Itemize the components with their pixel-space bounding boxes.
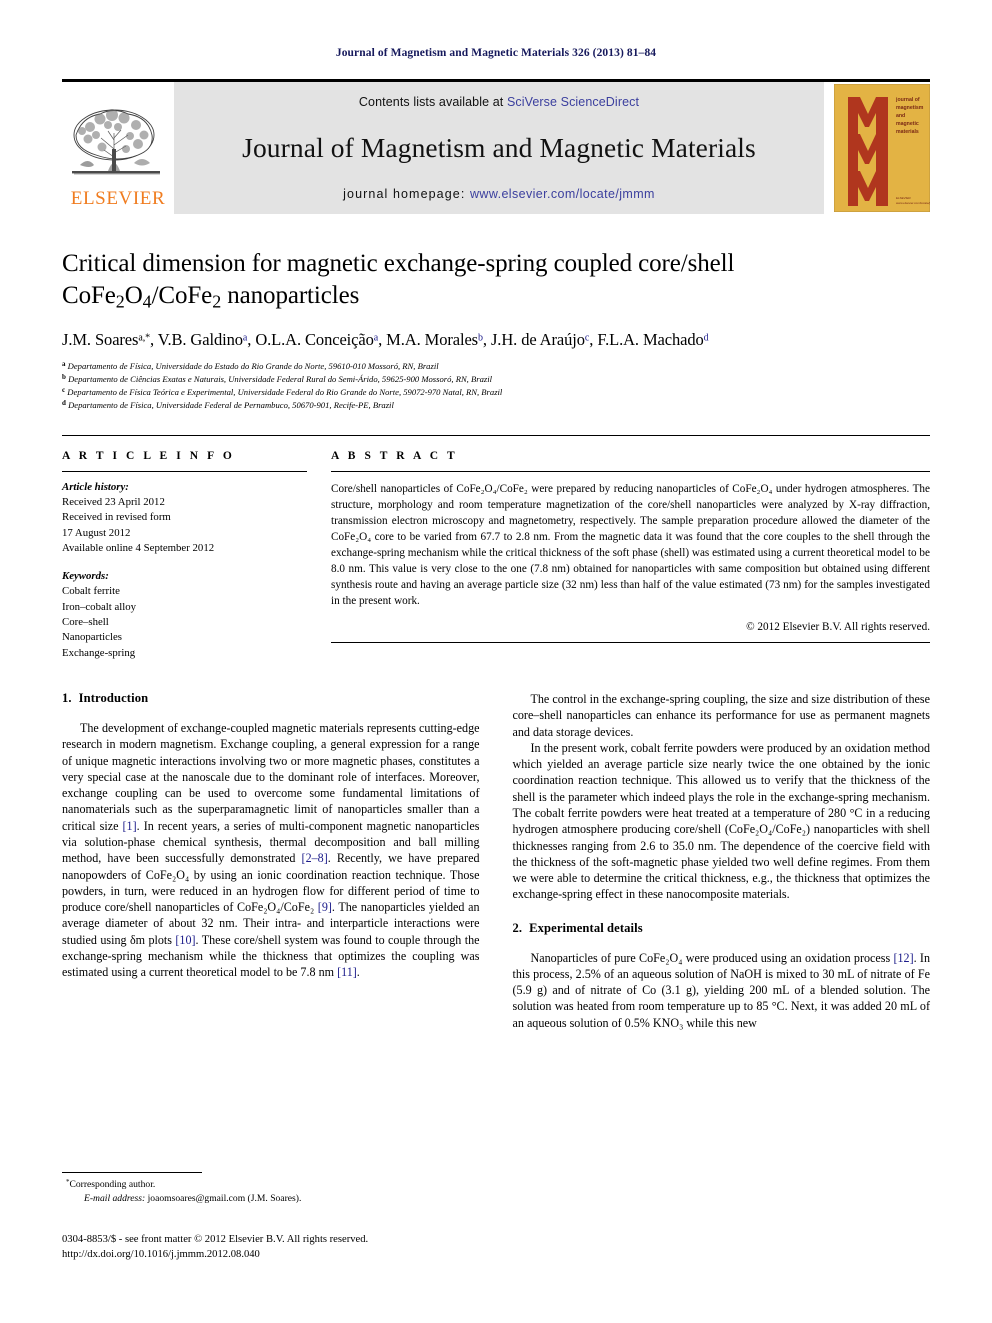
sciencedirect-link[interactable]: SciVerse ScienceDirect xyxy=(507,95,639,109)
footnote-rule xyxy=(62,1172,202,1173)
body-column-left: 1. Introduction The development of exchan… xyxy=(62,691,480,1031)
title-block: Critical dimension for magnetic exchange… xyxy=(62,248,930,413)
paragraph: The control in the exchange-spring coupl… xyxy=(512,692,931,739)
elsevier-tree-icon xyxy=(68,97,168,189)
svg-text:and: and xyxy=(896,113,905,119)
affiliation-item: b Departamento de Ciências Exatas e Natu… xyxy=(62,373,492,385)
citation-ref[interactable]: [9] xyxy=(318,900,332,914)
email-address[interactable]: joaomsoares@gmail.com (J.M. Soares). xyxy=(148,1193,302,1204)
abstract-text: Core/shell nanoparticles of CoFe₂O₄/CoFe… xyxy=(331,482,930,608)
author-list: J.M. Soaresa,*, V.B. Galdinoa, O.L.A. Co… xyxy=(62,330,709,349)
email-label: E-mail address: xyxy=(84,1192,146,1204)
abstract-bottom-rule xyxy=(331,641,930,643)
svg-text:materials: materials xyxy=(896,129,919,135)
author-entry: J.M. Soaresa,* xyxy=(62,330,150,349)
paper-title-line2: CoFe2O4/CoFe2 nanoparticles xyxy=(62,282,360,312)
section-title: Experimental details xyxy=(529,920,643,935)
keywords-block: Keywords: Cobalt ferrite Iron–cobalt all… xyxy=(62,569,307,661)
article-history-item: Received 23 April 2012 xyxy=(62,495,165,508)
keyword-item: Iron–cobalt alloy xyxy=(62,600,137,613)
keyword-item: Cobalt ferrite xyxy=(62,585,120,598)
section-heading-introduction: 1. Introduction xyxy=(62,691,480,706)
author-entry: M.A. Moralesb xyxy=(386,330,483,349)
abstract-heading: A B S T R A C T xyxy=(331,449,458,462)
article-history-item: Received in revised form xyxy=(62,511,171,524)
elsevier-wordmark: ELSEVIER xyxy=(70,188,166,209)
paper-title-line1: Critical dimension for magnetic exchange… xyxy=(62,250,735,277)
svg-text:magnetism: magnetism xyxy=(896,105,924,111)
email-note: E-mail address: joaomsoares@gmail.com (J… xyxy=(62,1192,492,1206)
author-entry: J.H. de Araújoc xyxy=(490,330,590,349)
section-number: 1. xyxy=(62,691,72,706)
svg-text:magnetic: magnetic xyxy=(896,121,919,127)
citation-ref[interactable]: [11] xyxy=(337,965,357,979)
keywords-label: Keywords: xyxy=(62,570,109,583)
article-info-abstract-block: A R T I C L E I N F O Article history: R… xyxy=(62,434,930,662)
section-title: Introduction xyxy=(78,691,149,706)
citation-ref[interactable]: [1] xyxy=(123,819,137,833)
affiliation-item: a Departamento de Física, Universidade d… xyxy=(62,360,439,372)
author-entry: F.L.A. Machadod xyxy=(597,330,709,349)
imprint-block: 0304-8853/$ - see front matter © 2012 El… xyxy=(62,1232,368,1263)
article-history-block: Article history: Received 23 April 2012 … xyxy=(62,472,307,662)
homepage-label: journal homepage: xyxy=(343,187,470,201)
article-info-column: A R T I C L E I N F O Article history: R… xyxy=(62,450,307,662)
author-entry: V.B. Galdinoa xyxy=(157,330,248,349)
article-history-item: 17 August 2012 xyxy=(62,526,131,539)
abstract-column: A B S T R A C T Core/shell nanoparticles… xyxy=(331,450,930,662)
paragraph: The development of exchange-coupled magn… xyxy=(62,721,480,980)
citation-ref[interactable]: [12] xyxy=(893,951,913,965)
affiliation-item: d Departamento de Física, Universidade F… xyxy=(62,399,394,411)
section-number: 2. xyxy=(512,920,523,935)
author-entry: O.L.A. Conceiçãoa xyxy=(255,330,379,349)
issn-line: 0304-8853/$ - see front matter © 2012 El… xyxy=(62,1234,369,1245)
keyword-item: Nanoparticles xyxy=(62,631,122,644)
contents-lists-prefix: Contents lists available at xyxy=(358,95,507,109)
body-column-right: The control in the exchange-spring coupl… xyxy=(513,691,931,1031)
svg-text:www.elsevier.com/locate/jmmm: www.elsevier.com/locate/jmmm xyxy=(896,201,930,205)
keyword-item: Exchange-spring xyxy=(62,646,136,659)
article-info-heading: A R T I C L E I N F O xyxy=(62,449,235,462)
journal-homepage-link[interactable]: www.elsevier.com/locate/jmmm xyxy=(470,187,655,201)
citation-ref[interactable]: [2–8] xyxy=(302,851,328,865)
journal-masthead: ELSEVIER Contents lists available at Sci… xyxy=(62,79,938,214)
section-heading-experimental: 2. Experimental details xyxy=(513,921,931,936)
body-columns: 1. Introduction The development of exchan… xyxy=(62,691,930,1031)
abstract-copyright: © 2012 Elsevier B.V. All rights reserved… xyxy=(746,620,930,633)
article-history-item: Available online 4 September 2012 xyxy=(62,541,215,554)
journal-homepage-line: journal homepage: www.elsevier.com/locat… xyxy=(343,187,655,201)
footnote-zone: *Corresponding author. E-mail address: j… xyxy=(62,1172,492,1206)
article-history-label: Article history: xyxy=(62,480,129,493)
journal-title: Journal of Magnetism and Magnetic Materi… xyxy=(242,132,756,164)
affiliation-item: c Departamento de Física Teórica e Exper… xyxy=(62,386,503,398)
paper-title: Critical dimension for magnetic exchange… xyxy=(62,248,930,312)
running-head: Journal of Magnetism and Magnetic Materi… xyxy=(335,47,657,59)
contents-lists-line: Contents lists available at SciVerse Sci… xyxy=(359,95,639,109)
journal-cover-thumbnail: journal of magnetism and magnetic materi… xyxy=(833,83,938,213)
journal-article-page: Journal of Magnetism and Magnetic Materi… xyxy=(0,0,992,1323)
affiliation-list: a Departamento de Física, Universidade d… xyxy=(62,360,930,412)
sciencedirect-banner: Contents lists available at SciVerse Sci… xyxy=(174,82,824,214)
keyword-item: Core–shell xyxy=(62,616,109,629)
corresponding-author-note: *Corresponding author. xyxy=(66,1178,156,1190)
paragraph: In the present work, cobalt ferrite powd… xyxy=(512,740,931,902)
svg-text:ELSEVIER: ELSEVIER xyxy=(896,196,912,200)
doi-link[interactable]: http://dx.doi.org/10.1016/j.jmmm.2012.08… xyxy=(62,1247,368,1262)
paragraph: Nanoparticles of pure CoFe₂O₄ were produ… xyxy=(512,950,931,1030)
svg-text:journal of: journal of xyxy=(895,97,920,103)
citation-ref[interactable]: [10] xyxy=(175,933,195,947)
elsevier-logo: ELSEVIER xyxy=(62,82,174,214)
